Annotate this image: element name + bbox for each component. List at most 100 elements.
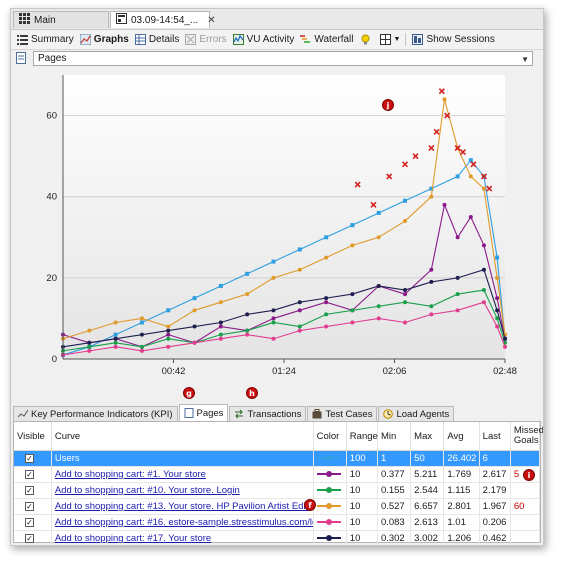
range-cell: 100: [346, 450, 378, 467]
range-cell: 10: [346, 530, 378, 545]
data-point: [495, 324, 500, 329]
data-point: [297, 247, 302, 252]
vu-activity-button[interactable]: VU Activity: [232, 34, 294, 45]
header-avg[interactable]: Avg: [443, 422, 480, 451]
curves-table: Visible Curve Color Range Min Max Avg La…: [13, 421, 543, 545]
color-cell[interactable]: [313, 450, 347, 467]
data-point: [113, 340, 118, 345]
header-last[interactable]: Last: [479, 422, 511, 451]
min-cell: 0.155: [377, 482, 412, 499]
tab-test-cases[interactable]: Test Cases: [307, 406, 378, 421]
summary-button[interactable]: Summary: [17, 34, 74, 45]
data-point: [468, 174, 473, 179]
table-row[interactable]: ✓ Add to shopping cart: #10. Your store. …: [14, 482, 541, 499]
data-point: [297, 267, 302, 272]
header-min[interactable]: Min: [377, 422, 412, 451]
tab-load-agents[interactable]: Load Agents: [378, 406, 455, 421]
table-row[interactable]: ✓ Users 100 1 50 26.402 6: [14, 450, 541, 467]
curve-link[interactable]: Add to shopping cart: #1. Your store: [55, 469, 206, 480]
data-point: [113, 332, 118, 337]
y-tick-label: 20: [46, 273, 57, 284]
avg-cell: 26.402: [443, 450, 480, 467]
plot-area: [63, 75, 505, 359]
color-swatch: [316, 470, 341, 478]
data-point: [350, 292, 355, 297]
data-point: [403, 219, 408, 224]
data-point: [468, 215, 473, 219]
min-cell: 1: [377, 450, 412, 467]
pages-chart[interactable]: 0 20 40 60 00:42 01:24 02:06 02:48 j: [11, 69, 543, 391]
header-max[interactable]: Max: [410, 422, 445, 451]
color-cell[interactable]: [313, 530, 347, 545]
tab-kpi[interactable]: Key Performance Indicators (KPI): [13, 406, 178, 421]
avg-cell: 1.206: [443, 530, 480, 545]
visible-checkbox[interactable]: ✓: [25, 486, 34, 495]
graph-select[interactable]: Pages ▼: [33, 51, 533, 66]
lightbulb-button[interactable]: [360, 34, 374, 45]
header-color[interactable]: Color: [313, 422, 347, 451]
summary-label: Summary: [31, 34, 74, 45]
missed-goals-cell: [510, 514, 541, 531]
data-point: [297, 324, 302, 329]
transactions-icon: [234, 409, 244, 419]
header-missed-goals[interactable]: Missed Goals: [510, 422, 543, 451]
data-point: [324, 312, 329, 317]
table-row[interactable]: ✓ Add to shopping cart: #17. Your store 10…: [14, 530, 541, 545]
waterfall-button[interactable]: Waterfall: [300, 34, 354, 45]
tab-main-label: Main: [34, 14, 56, 26]
data-point: [113, 336, 118, 341]
color-cell[interactable]: [313, 466, 347, 483]
data-point: [455, 292, 460, 297]
show-sessions-button[interactable]: Show Sessions: [412, 34, 495, 45]
data-point: [218, 336, 223, 341]
table-row[interactable]: ✓ Add to shopping cart: #16. estore-sampl…: [14, 514, 541, 531]
visible-checkbox[interactable]: ✓: [25, 534, 34, 543]
data-point: [113, 320, 118, 325]
graphs-button[interactable]: Graphs: [79, 34, 129, 45]
curve-link[interactable]: Add to shopping cart: #16. estore-sample…: [55, 517, 312, 528]
curve-link[interactable]: Add to shopping cart: #10. Your store. L…: [55, 485, 240, 496]
visible-checkbox[interactable]: ✓: [25, 518, 34, 527]
color-cell[interactable]: [313, 482, 347, 499]
data-point: [218, 283, 223, 288]
grid-icon: [19, 13, 30, 27]
color-cell[interactable]: [313, 514, 347, 531]
tab-pages[interactable]: Pages: [178, 404, 229, 421]
visible-checkbox[interactable]: ✓: [25, 502, 34, 511]
curve-cell: Add to shopping cart: #10. Your store. L…: [51, 482, 314, 499]
header-visible[interactable]: Visible: [14, 422, 52, 451]
data-point: [166, 336, 171, 341]
details-button[interactable]: Details: [134, 34, 179, 45]
tab-test-result[interactable]: 03.09-14:54_... ✕: [110, 11, 216, 28]
data-point: [139, 316, 144, 321]
y-tick-label: 60: [46, 111, 57, 122]
tab-main[interactable]: Main: [13, 11, 109, 28]
curve-cell: Add to shopping cart: #17. Your store: [51, 530, 314, 545]
tab-transactions[interactable]: Transactions: [229, 406, 307, 421]
errors-button[interactable]: Errors: [185, 34, 227, 45]
min-cell: 0.302: [377, 530, 412, 545]
data-point: [495, 296, 500, 301]
data-point: [192, 308, 197, 313]
callout-badge-f: f: [304, 499, 316, 511]
curve-link[interactable]: Add to shopping cart: #13. Your store. H…: [55, 501, 310, 512]
data-point: [271, 275, 276, 280]
data-point: [113, 344, 118, 349]
color-cell[interactable]: [313, 498, 347, 515]
visible-checkbox[interactable]: ✓: [25, 454, 34, 463]
table-row[interactable]: ✓ Add to shopping cart: #1. Your store 10 0…: [14, 466, 541, 483]
data-point: [297, 328, 302, 333]
table-row[interactable]: ✓ Add to shopping cart: #13. Your store. …: [14, 498, 541, 515]
header-range[interactable]: Range: [346, 422, 378, 451]
header-curve[interactable]: Curve: [51, 422, 314, 451]
data-point: [350, 320, 355, 325]
close-icon[interactable]: ✕: [207, 15, 215, 26]
view-toolbar: Summary Graphs Details Errors VU Activit…: [11, 30, 543, 50]
layout-dropdown-button[interactable]: ▼: [379, 34, 400, 45]
visible-checkbox[interactable]: ✓: [25, 470, 34, 479]
data-point: [429, 312, 434, 317]
range-cell: 10: [346, 514, 378, 531]
curve-link[interactable]: Add to shopping cart: #17. Your store: [55, 533, 211, 544]
data-point: [403, 288, 408, 293]
data-point: [166, 332, 171, 337]
